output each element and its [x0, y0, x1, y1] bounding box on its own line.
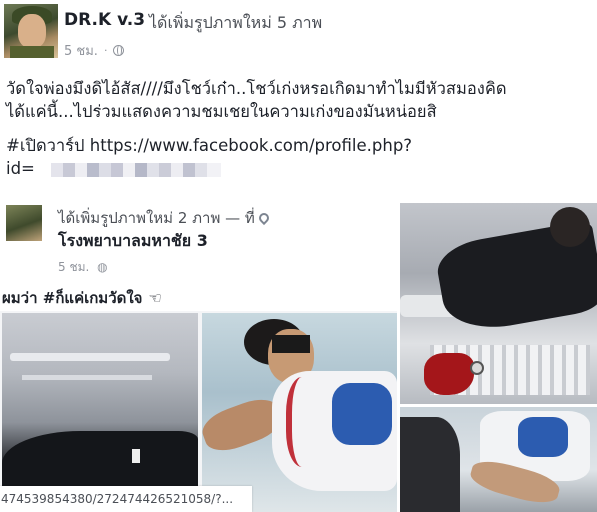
author-name[interactable]: DR.K v.3 — [64, 10, 145, 30]
censor-bar — [272, 335, 310, 353]
shared-post-place: โรงพยาบาลมหาชัย 3 — [58, 231, 208, 250]
shared-post-globe-icon: ◍ — [97, 260, 108, 274]
pointing-hand-icon: ☜ — [148, 289, 162, 307]
id-label: id= — [6, 159, 35, 178]
facebook-post: DR.K v.3 ได้เพิ่มรูปภาพใหม่ 5 ภาพ 5 ชม. … — [0, 0, 597, 512]
author-avatar[interactable] — [4, 4, 58, 58]
shared-post-action-text: ได้เพิ่มรูปภาพใหม่ 2 ภาพ — ที่ — [58, 209, 255, 227]
bed-rail — [10, 353, 170, 361]
post-text: วัดใจพ่องมึงดิไอ้สัส////มึงโชว์เก๋า..โชว… — [6, 77, 596, 180]
post-action-text: ได้เพิ่มรูปภาพใหม่ 5 ภาพ — [149, 13, 323, 32]
shared-post-time: 5 ชม. — [58, 260, 90, 274]
shared-post-header: ได้เพิ่มรูปภาพใหม่ 2 ภาพ — ที่ โรงพยาบาล… — [0, 203, 397, 311]
photo-boy-on-bed — [202, 313, 397, 512]
shared-post-avatar — [6, 205, 42, 241]
shirt-number-closeup — [518, 417, 568, 457]
shared-post-meta: 5 ชม. ◍ — [58, 258, 108, 277]
shirt-print — [286, 377, 326, 467]
globe-icon[interactable] — [113, 45, 125, 56]
bed-rail-lower — [22, 375, 152, 380]
pixelated-id — [50, 162, 221, 177]
shared-post-caption: ผมว่า #ก็แค่เกมวัดใจ — [2, 289, 143, 307]
photo-man-on-stretcher[interactable] — [400, 203, 597, 404]
post-meta: 5 ชม. · — [64, 40, 125, 61]
shared-post-action: ได้เพิ่มรูปภาพใหม่ 2 ภาพ — ที่ — [58, 206, 271, 230]
avatar-collar — [10, 46, 54, 58]
man-head — [550, 207, 590, 247]
clothing-tag — [132, 449, 140, 463]
post-text-line-1: วัดใจพ่องมึงดิไอ้สัส////มึงโชว์เก๋า..โชว… — [6, 79, 507, 98]
post-text-line-2: ได้แค่นี้...ไปร่วมแสดงความชมเชยในความเก่… — [6, 102, 437, 121]
shirt-number-print — [332, 383, 392, 445]
url-overlay: 474539854380/272474426521058/?... — [0, 486, 252, 512]
profile-link[interactable]: #เปิดวาร์ป https://www.facebook.com/prof… — [6, 136, 412, 155]
photo-grid: ได้เพิ่มรูปภาพใหม่ 2 ภาพ — ที่ โรงพยาบาล… — [0, 203, 597, 512]
post-id-line: id= — [6, 157, 596, 180]
post-timestamp[interactable]: 5 ชม. — [64, 40, 98, 61]
meta-separator: · — [103, 44, 108, 57]
photo-hospital-bed — [2, 313, 198, 512]
shared-post-caption-row: ผมว่า #ก็แค่เกมวัดใจ ☜ — [2, 286, 162, 310]
post-link-line: #เปิดวาร์ป https://www.facebook.com/prof… — [6, 134, 596, 157]
map-pin-icon — [256, 210, 271, 226]
avatar-face — [18, 14, 46, 48]
wristwatch — [470, 361, 484, 375]
bloody-hand — [424, 353, 474, 395]
photo-shared-screenshot[interactable]: ได้เพิ่มรูปภาพใหม่ 2 ภาพ — ที่ โรงพยาบาล… — [0, 203, 397, 512]
dark-figure — [400, 417, 460, 512]
photo-boy-closeup[interactable] — [400, 407, 597, 512]
